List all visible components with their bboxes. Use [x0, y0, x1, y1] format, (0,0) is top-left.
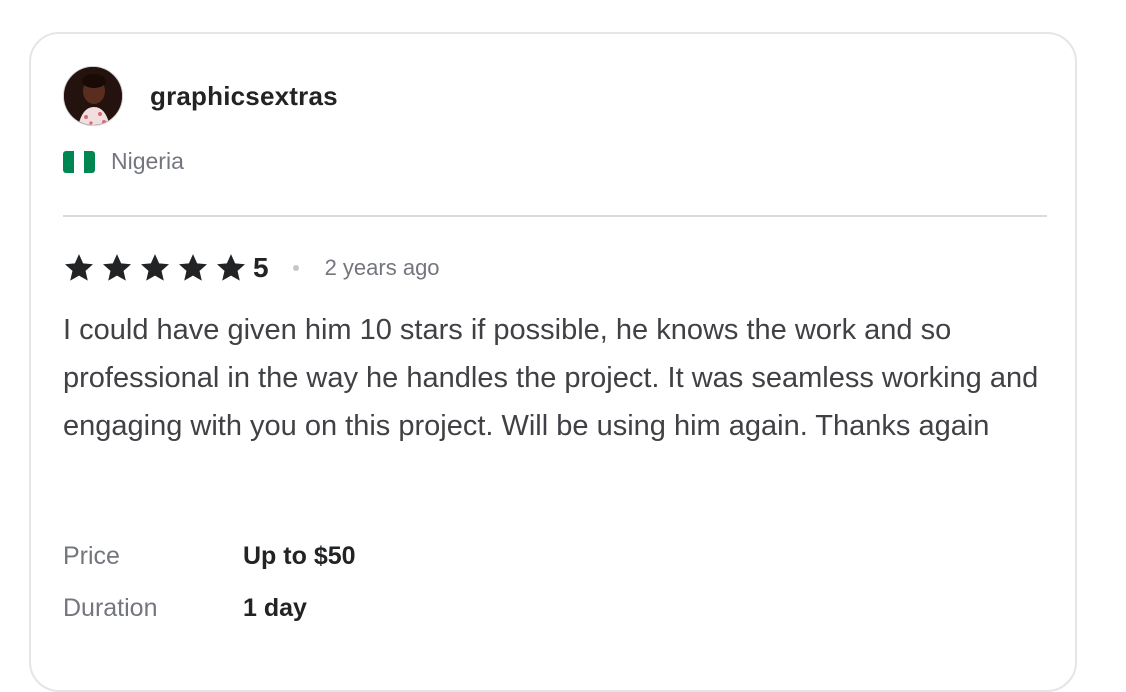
rating-row: 5 2 years ago: [63, 252, 440, 284]
star-icon: [179, 254, 207, 281]
avatar[interactable]: [63, 66, 123, 126]
detail-row-price: Price Up to $50: [63, 530, 356, 582]
nigeria-flag-icon: [63, 150, 95, 173]
duration-label: Duration: [63, 593, 158, 622]
star-icon: [141, 254, 169, 281]
review-text: I could have given him 10 stars if possi…: [63, 314, 1039, 442]
review-details: Price Up to $50 Duration 1 day: [63, 530, 356, 634]
flag-stripe-left: [63, 150, 74, 173]
detail-row-duration: Duration 1 day: [63, 582, 356, 634]
reviewer-username[interactable]: graphicsextras: [150, 81, 338, 112]
star-icon: [65, 254, 93, 281]
reviewer-header: graphicsextras: [63, 66, 338, 126]
divider: [63, 215, 1047, 217]
price-value: Up to $50: [243, 541, 356, 570]
rating-value: 5: [253, 252, 269, 283]
star-icon: [217, 254, 245, 281]
star-rating: [63, 252, 247, 284]
price-label: Price: [63, 541, 120, 570]
reviewer-country: Nigeria: [63, 148, 184, 175]
review-time: 2 years ago: [324, 255, 440, 280]
separator-dot: [292, 265, 299, 271]
flag-stripe-right: [84, 150, 95, 173]
country-name: Nigeria: [111, 148, 184, 174]
flag-stripe-middle: [73, 150, 85, 173]
review-card: graphicsextras Nigeria 5 2 years ago I c…: [29, 32, 1077, 692]
duration-value: 1 day: [243, 593, 307, 622]
star-icon: [103, 254, 131, 281]
avatar-photo-icon: [64, 67, 122, 125]
